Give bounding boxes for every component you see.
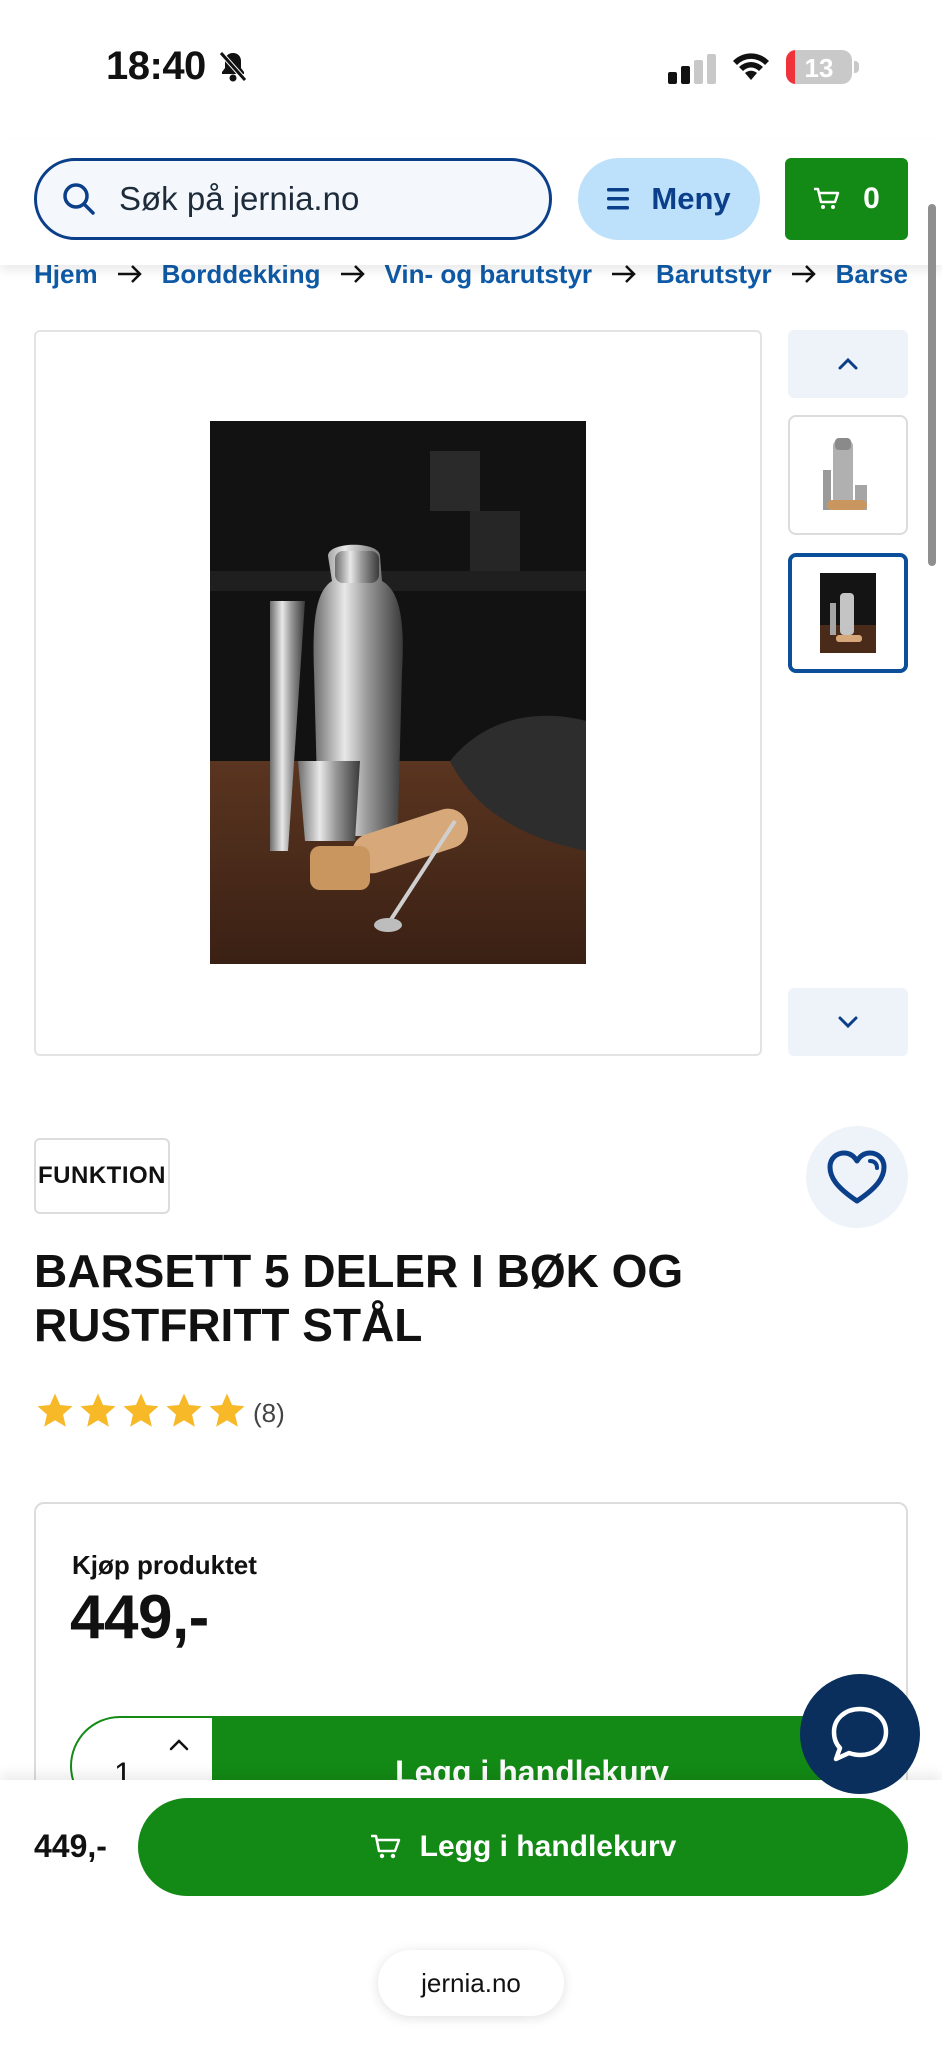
status-bar: 18:40 13 <box>0 0 942 130</box>
product-photo <box>210 421 586 964</box>
star-icon <box>123 1393 159 1427</box>
wifi-icon <box>730 50 772 87</box>
review-count: (8) <box>253 1398 285 1428</box>
product-title-line-1: BARSETT 5 DELER I BØK OG <box>34 1245 684 1297</box>
search-icon <box>63 183 95 215</box>
sticky-add-to-cart-label: Legg i handlekurv <box>419 1830 677 1863</box>
chevron-up-icon <box>838 357 858 370</box>
brand-logo[interactable]: FUNKTION <box>34 1138 170 1214</box>
product-title-line-2: RUSTFRITT STÅL <box>34 1299 423 1351</box>
thumbnail-1[interactable] <box>788 415 908 535</box>
rating-stars <box>34 1390 249 1437</box>
cellular-signal-icon <box>668 54 716 89</box>
thumbnail-scroll-down-button[interactable] <box>788 988 908 1056</box>
buy-label: Kjøp produktet <box>72 1550 257 1580</box>
star-icon <box>166 1393 202 1427</box>
cart-icon <box>370 1834 400 1859</box>
wishlist-button[interactable] <box>806 1126 908 1228</box>
search-input[interactable] <box>119 180 499 218</box>
battery-icon: 13 <box>786 50 852 84</box>
chevron-down-icon <box>838 1016 858 1029</box>
page-scrollbar[interactable] <box>928 204 936 566</box>
status-time: 18:40 <box>106 44 206 88</box>
sticky-price: 449,- <box>34 1828 107 1864</box>
star-icon <box>80 1393 116 1427</box>
arrow-right-icon <box>339 264 367 284</box>
thumbnail-2-selected[interactable] <box>788 553 908 673</box>
chat-bubble-icon <box>831 1706 889 1762</box>
cart-count: 0 <box>863 182 880 215</box>
thumbnail-scroll-up-button[interactable] <box>788 330 908 398</box>
star-icon <box>37 1393 73 1427</box>
arrow-right-icon <box>610 264 638 284</box>
product-title: BARSETT 5 DELER I BØK OG RUSTFRITT STÅL <box>34 1244 854 1352</box>
star-icon <box>209 1393 245 1427</box>
product-price: 449,- <box>70 1583 209 1652</box>
search-bar[interactable] <box>34 158 552 240</box>
arrow-right-icon <box>116 264 144 284</box>
heart-icon <box>827 1150 887 1204</box>
bell-slash-icon <box>218 50 248 89</box>
browser-address-pill[interactable]: jernia.no <box>378 1950 564 2016</box>
hamburger-icon <box>607 188 630 210</box>
product-rating[interactable]: (8) <box>34 1390 285 1437</box>
site-header: Meny 0 <box>0 140 942 265</box>
cart-button[interactable]: 0 <box>785 158 908 240</box>
chat-button[interactable] <box>800 1674 920 1794</box>
menu-button[interactable]: Meny <box>578 158 760 240</box>
chevron-up-icon[interactable] <box>168 1738 190 1757</box>
arrow-right-icon <box>790 264 818 284</box>
battery-tip <box>854 61 859 73</box>
cart-icon <box>814 187 840 209</box>
sticky-buy-bar: 449,- Legg i handlekurv jernia.no <box>0 1780 942 2046</box>
battery-percent: 13 <box>804 53 834 83</box>
sticky-add-to-cart-button[interactable]: Legg i handlekurv <box>138 1798 908 1896</box>
menu-label: Meny <box>651 181 731 216</box>
